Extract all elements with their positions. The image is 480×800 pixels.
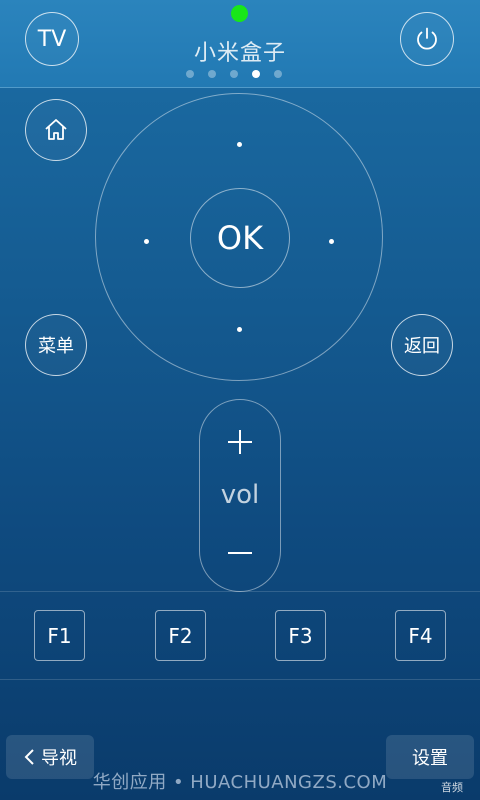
settings-label: 设置	[412, 748, 448, 769]
chevron-left-icon	[23, 748, 35, 766]
f2-button[interactable]: F2	[155, 610, 206, 661]
menu-button[interactable]: 菜单	[25, 314, 87, 376]
minus-icon	[228, 552, 252, 554]
menu-label: 菜单	[38, 336, 74, 357]
volume-control: vol	[199, 399, 281, 592]
plus-icon	[228, 430, 252, 454]
f4-button[interactable]: F4	[395, 610, 446, 661]
home-button[interactable]	[25, 99, 87, 161]
volume-down-button[interactable]	[200, 528, 280, 578]
settings-button[interactable]: 设置	[386, 735, 474, 779]
page-dot-3[interactable]	[230, 70, 238, 78]
dpad-up[interactable]	[237, 142, 242, 147]
power-button[interactable]	[400, 12, 454, 66]
dpad-right[interactable]	[329, 239, 334, 244]
top-bar: TV 小米盒子	[0, 0, 480, 88]
back-button[interactable]: 返回	[391, 314, 453, 376]
ok-label: OK	[216, 219, 264, 257]
f3-button[interactable]: F3	[275, 610, 326, 661]
f1-button[interactable]: F1	[34, 610, 85, 661]
page-dot-5[interactable]	[274, 70, 282, 78]
power-icon	[417, 27, 437, 50]
ok-button[interactable]: OK	[190, 188, 290, 288]
audio-label: 音频	[441, 781, 463, 794]
page-dot-4[interactable]	[252, 70, 260, 78]
page-dot-2[interactable]	[208, 70, 216, 78]
dpad-down[interactable]	[237, 327, 242, 332]
home-icon	[45, 119, 67, 140]
function-key-row: F1 F2 F3 F4	[0, 591, 480, 680]
connection-status-indicator	[231, 5, 248, 22]
page-dot-1[interactable]	[186, 70, 194, 78]
guide-label: 导视	[41, 748, 77, 769]
page-indicator	[186, 70, 282, 78]
direction-pad: OK	[95, 93, 383, 381]
volume-label: vol	[220, 480, 260, 510]
back-label: 返回	[404, 336, 440, 357]
volume-up-button[interactable]	[200, 414, 280, 470]
dpad-left[interactable]	[144, 239, 149, 244]
